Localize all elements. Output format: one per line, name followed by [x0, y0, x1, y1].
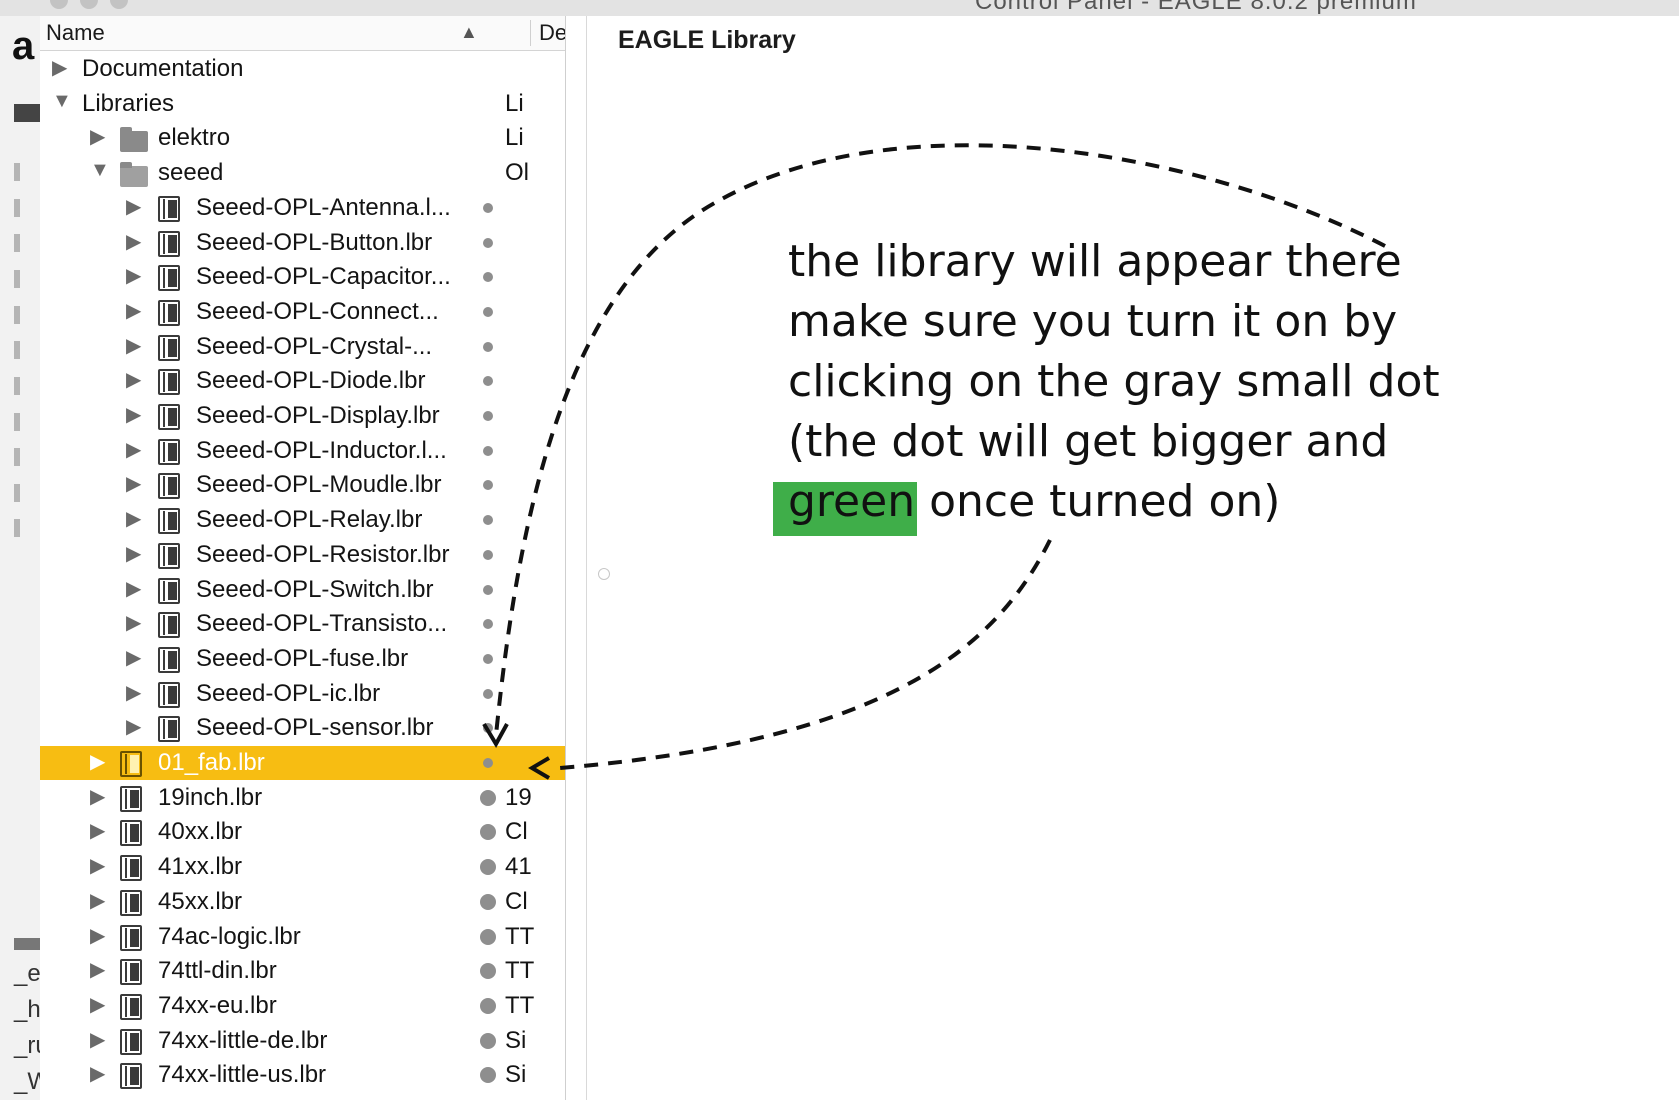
arrowhead-left — [528, 756, 551, 780]
annotation-line: the library will appear there — [788, 236, 1402, 287]
annotation-line: green once turned on) — [788, 476, 1280, 527]
annotation-highlight-word: green — [788, 476, 916, 527]
annotation-line-rest: once turned on) — [929, 476, 1281, 527]
annotation-line: clicking on the gray small dot — [788, 356, 1440, 407]
annotation-line: make sure you turn it on by — [788, 296, 1398, 347]
annotation-arrows — [482, 143, 1386, 780]
arrow-to-dot-path — [559, 539, 1052, 770]
annotation-line: (the dot will get bigger and — [788, 416, 1389, 467]
